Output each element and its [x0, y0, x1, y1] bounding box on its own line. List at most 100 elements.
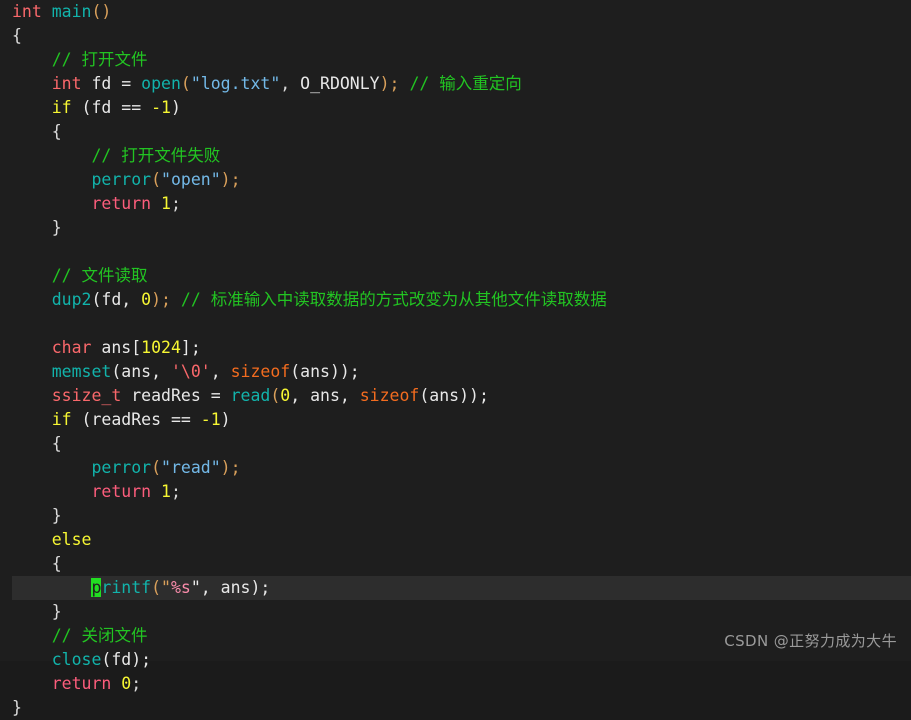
code-line-blank[interactable]: [0, 240, 911, 264]
code-line[interactable]: }: [0, 696, 911, 720]
token-function-call: rintf: [101, 578, 152, 597]
token-condition: (fd ==: [71, 98, 152, 117]
code-line[interactable]: else: [0, 528, 911, 552]
token-string: "log.txt": [190, 74, 281, 93]
token-type: int: [51, 74, 82, 93]
token-number: 1024: [141, 338, 181, 357]
token-number: 0: [111, 674, 132, 693]
token-function-name: main: [51, 2, 92, 21]
token-function-call: memset: [51, 362, 112, 381]
token-brace: }: [51, 218, 62, 237]
token-semicolon: ;: [131, 674, 142, 693]
code-line[interactable]: char ans[1024];: [0, 336, 911, 360]
code-line-blank[interactable]: [0, 312, 911, 336]
token-keyword-else: else: [51, 530, 92, 549]
token-number: 1: [151, 194, 171, 213]
token-keyword-return: return: [91, 482, 152, 501]
code-line[interactable]: dup2(fd, 0); // 标准输入中读取数据的方式改变为从其他文件读取数据: [0, 288, 911, 312]
token-keyword-if: if: [51, 410, 72, 429]
code-line[interactable]: memset(ans, '\0', sizeof(ans));: [0, 360, 911, 384]
code-line[interactable]: }: [0, 216, 911, 240]
code-line[interactable]: // 文件读取: [0, 264, 911, 288]
code-line[interactable]: {: [0, 24, 911, 48]
token-comment: // 标准输入中读取数据的方式改变为从其他文件读取数据: [180, 290, 607, 309]
active-line-content: printf("%s", ans);: [12, 576, 270, 600]
token-sizeof: sizeof: [230, 362, 291, 381]
code-line[interactable]: if (fd == -1): [0, 96, 911, 120]
token-type: int: [12, 2, 42, 21]
token-type: ssize_t: [51, 386, 122, 405]
token-paren-close: );: [151, 290, 171, 309]
code-line-active[interactable]: printf("%s", ans);: [12, 576, 911, 600]
token-args-close: ", ans);: [190, 578, 271, 597]
token-identifier: readRes =: [121, 386, 231, 405]
code-line[interactable]: if (readRes == -1): [0, 408, 911, 432]
code-line[interactable]: int main(): [0, 0, 911, 24]
code-line[interactable]: ssize_t readRes = read(0, ans, sizeof(an…: [0, 384, 911, 408]
code-line[interactable]: perror("read");: [0, 456, 911, 480]
code-editor[interactable]: int main() { // 打开文件 int fd = open("log.…: [0, 0, 911, 717]
code-lines-container[interactable]: int main() { // 打开文件 int fd = open("log.…: [0, 0, 911, 717]
token-paren-close: );: [220, 458, 241, 477]
code-line[interactable]: int fd = open("log.txt", O_RDONLY); // 输…: [0, 72, 911, 96]
token-paren: (: [151, 458, 162, 477]
token-args: (ans,: [111, 362, 171, 381]
token-string: "read": [161, 458, 221, 477]
token-args: (fd);: [101, 650, 152, 669]
token-semicolon: ;: [170, 482, 181, 501]
code-line[interactable]: // 打开文件失败: [0, 144, 911, 168]
code-line[interactable]: }: [0, 504, 911, 528]
token-comment: // 关闭文件: [51, 626, 148, 645]
token-brace: {: [12, 26, 22, 45]
csdn-watermark: CSDN @正努力成为大牛: [724, 632, 897, 650]
code-line[interactable]: {: [0, 120, 911, 144]
token-comma: ,: [210, 362, 231, 381]
code-line[interactable]: }: [0, 600, 911, 624]
token-number: 0: [141, 290, 152, 309]
code-line[interactable]: close(fd);: [0, 648, 911, 672]
code-line[interactable]: {: [0, 552, 911, 576]
token-keyword-if: if: [51, 98, 72, 117]
code-line[interactable]: {: [0, 432, 911, 456]
token-paren-close: ): [220, 410, 231, 429]
token-number: -1: [151, 98, 171, 117]
token-type: char: [51, 338, 92, 357]
code-line[interactable]: perror("open");: [0, 168, 911, 192]
token-identifier: fd =: [81, 74, 142, 93]
token-args-close: (ans));: [419, 386, 489, 405]
token-function-call: dup2: [51, 290, 92, 309]
code-line[interactable]: return 1;: [0, 192, 911, 216]
token-args: (fd,: [91, 290, 142, 309]
token-keyword-return: return: [51, 674, 112, 693]
token-comment: // 打开文件: [51, 50, 148, 69]
text-cursor[interactable]: p: [91, 578, 102, 597]
code-line[interactable]: return 0;: [0, 672, 911, 696]
token-comment: // 输入重定向: [409, 74, 522, 93]
token-brace: {: [51, 554, 62, 573]
token-brace: }: [51, 506, 62, 525]
token-paren-close: );: [220, 170, 241, 189]
token-format-specifier: %s: [170, 578, 191, 597]
token-keyword-return: return: [91, 194, 152, 213]
token-paren: (: [180, 74, 191, 93]
token-semicolon: ;: [170, 194, 181, 213]
code-line[interactable]: // 打开文件: [0, 48, 911, 72]
token-comment: // 文件读取: [51, 266, 148, 285]
code-line[interactable]: return 1;: [0, 480, 911, 504]
